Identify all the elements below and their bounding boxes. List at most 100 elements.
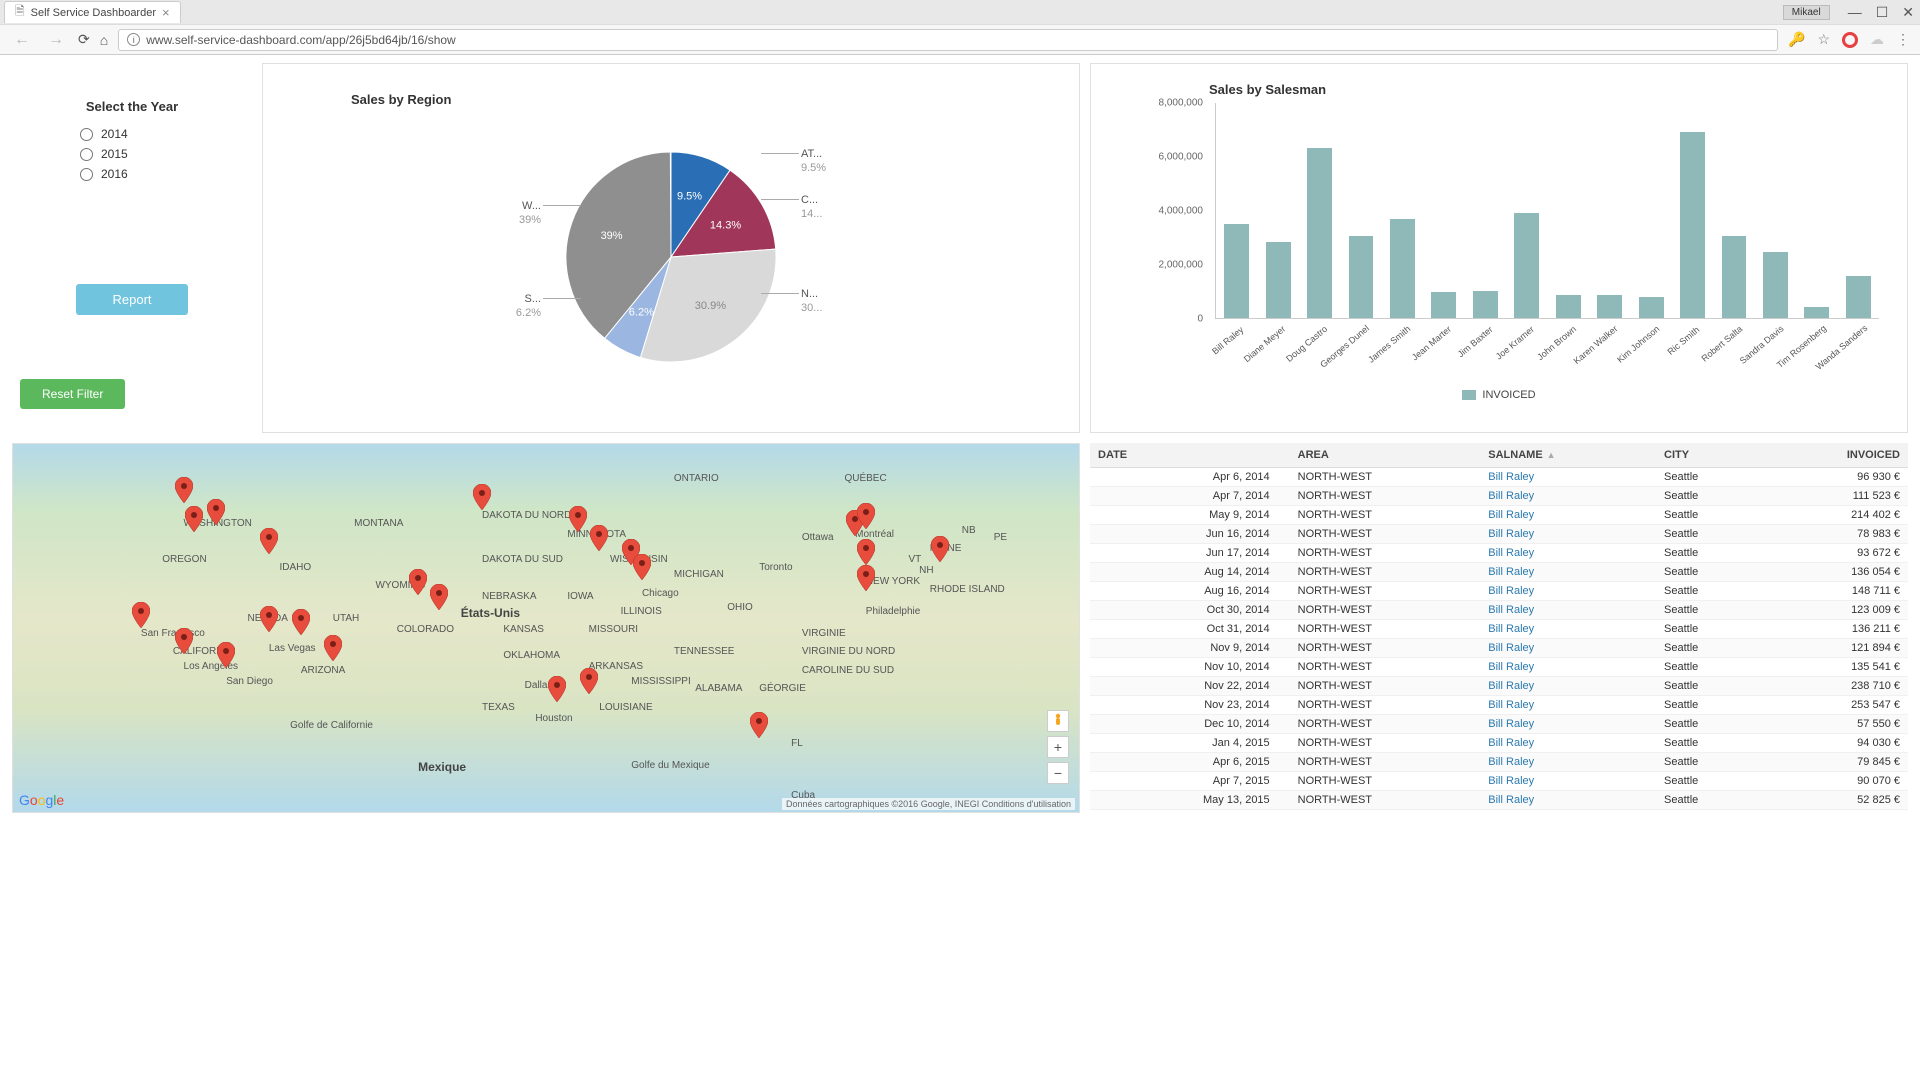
bar[interactable]: [1763, 252, 1788, 318]
cell-salname[interactable]: Bill Raley: [1480, 810, 1656, 814]
map-marker-icon[interactable]: [185, 506, 203, 532]
map-marker-icon[interactable]: [857, 503, 875, 529]
map-canvas[interactable]: ONTARIOQUÉBECWASHINGTONMONTANADAKOTA DU …: [13, 444, 1079, 812]
zoom-out-button[interactable]: −: [1047, 762, 1069, 784]
cell-salname[interactable]: Bill Raley: [1480, 620, 1656, 639]
table-row[interactable]: May 14, 2015NORTH-WESTBill RaleySeattle6…: [1090, 810, 1908, 814]
bar-chart[interactable]: 02,000,0004,000,0006,000,0008,000,000 Bi…: [1159, 103, 1879, 343]
cell-salname[interactable]: Bill Raley: [1480, 487, 1656, 506]
reset-filter-button[interactable]: Reset Filter: [20, 379, 125, 409]
cell-salname[interactable]: Bill Raley: [1480, 696, 1656, 715]
cell-salname[interactable]: Bill Raley: [1480, 544, 1656, 563]
pegman-icon[interactable]: [1047, 710, 1069, 732]
table-row[interactable]: Aug 14, 2014NORTH-WESTBill RaleySeattle1…: [1090, 563, 1908, 582]
col-salname[interactable]: SALNAME▲: [1480, 443, 1656, 468]
year-radio-2015[interactable]: 2015: [20, 144, 244, 164]
year-radio-2016[interactable]: 2016: [20, 164, 244, 184]
map-marker-icon[interactable]: [260, 606, 278, 632]
table-row[interactable]: Oct 30, 2014NORTH-WESTBill RaleySeattle1…: [1090, 601, 1908, 620]
table-row[interactable]: Nov 23, 2014NORTH-WESTBill RaleySeattle2…: [1090, 696, 1908, 715]
bar[interactable]: [1680, 132, 1705, 318]
reload-icon[interactable]: ⟳: [78, 31, 90, 48]
year-radio-input[interactable]: [80, 168, 93, 181]
table-row[interactable]: Jun 17, 2014NORTH-WESTBill RaleySeattle9…: [1090, 544, 1908, 563]
cell-salname[interactable]: Bill Raley: [1480, 468, 1656, 487]
year-radio-input[interactable]: [80, 128, 93, 141]
table-row[interactable]: Jan 4, 2015NORTH-WESTBill RaleySeattle94…: [1090, 734, 1908, 753]
map-marker-icon[interactable]: [175, 477, 193, 503]
pie-chart[interactable]: 9.5%14.3%30.9%6.2%39%AT...9.5%C...14...N…: [271, 117, 1071, 397]
col-area[interactable]: AREA: [1290, 443, 1481, 468]
table-row[interactable]: Nov 10, 2014NORTH-WESTBill RaleySeattle1…: [1090, 658, 1908, 677]
map-marker-icon[interactable]: [569, 506, 587, 532]
bar[interactable]: [1224, 224, 1249, 319]
map-marker-icon[interactable]: [580, 668, 598, 694]
table-row[interactable]: May 9, 2014NORTH-WESTBill RaleySeattle21…: [1090, 506, 1908, 525]
table-row[interactable]: Apr 6, 2014NORTH-WESTBill RaleySeattle96…: [1090, 468, 1908, 487]
zoom-in-button[interactable]: +: [1047, 736, 1069, 758]
site-info-icon[interactable]: i: [127, 33, 140, 46]
bar[interactable]: [1473, 291, 1498, 318]
report-button[interactable]: Report: [76, 284, 187, 315]
col-date[interactable]: DATE: [1090, 443, 1290, 468]
map-marker-icon[interactable]: [857, 539, 875, 565]
col-invoiced[interactable]: INVOICED: [1762, 443, 1908, 468]
bar[interactable]: [1266, 242, 1291, 318]
col-city[interactable]: CITY: [1656, 443, 1762, 468]
close-window-icon[interactable]: ✕: [1902, 4, 1914, 21]
map-marker-icon[interactable]: [633, 554, 651, 580]
map-marker-icon[interactable]: [260, 528, 278, 554]
map-marker-icon[interactable]: [931, 536, 949, 562]
bar[interactable]: [1804, 307, 1829, 318]
year-radio-input[interactable]: [80, 148, 93, 161]
table-row[interactable]: Apr 7, 2014NORTH-WESTBill RaleySeattle11…: [1090, 487, 1908, 506]
map-marker-icon[interactable]: [409, 569, 427, 595]
map-marker-icon[interactable]: [430, 584, 448, 610]
table-row[interactable]: Apr 6, 2015NORTH-WESTBill RaleySeattle79…: [1090, 753, 1908, 772]
map-marker-icon[interactable]: [324, 635, 342, 661]
cloud-icon[interactable]: ☁: [1870, 31, 1884, 48]
bar[interactable]: [1846, 276, 1871, 318]
bar[interactable]: [1307, 148, 1332, 318]
bar[interactable]: [1556, 295, 1581, 318]
table-row[interactable]: Aug 16, 2014NORTH-WESTBill RaleySeattle1…: [1090, 582, 1908, 601]
map-marker-icon[interactable]: [473, 484, 491, 510]
map-panel[interactable]: ONTARIOQUÉBECWASHINGTONMONTANADAKOTA DU …: [12, 443, 1080, 813]
cell-salname[interactable]: Bill Raley: [1480, 753, 1656, 772]
browser-tab[interactable]: 🗎 Self Service Dashboarder ×: [4, 1, 181, 23]
table-row[interactable]: Dec 10, 2014NORTH-WESTBill RaleySeattle5…: [1090, 715, 1908, 734]
forward-icon[interactable]: →: [44, 31, 68, 49]
cell-salname[interactable]: Bill Raley: [1480, 506, 1656, 525]
cell-salname[interactable]: Bill Raley: [1480, 658, 1656, 677]
cell-salname[interactable]: Bill Raley: [1480, 582, 1656, 601]
bar[interactable]: [1390, 219, 1415, 318]
cell-salname[interactable]: Bill Raley: [1480, 601, 1656, 620]
bar[interactable]: [1639, 297, 1664, 318]
map-marker-icon[interactable]: [750, 712, 768, 738]
cell-salname[interactable]: Bill Raley: [1480, 677, 1656, 696]
table-row[interactable]: May 13, 2015NORTH-WESTBill RaleySeattle5…: [1090, 791, 1908, 810]
cell-salname[interactable]: Bill Raley: [1480, 791, 1656, 810]
table-row[interactable]: Oct 31, 2014NORTH-WESTBill RaleySeattle1…: [1090, 620, 1908, 639]
bar[interactable]: [1431, 292, 1456, 318]
bar[interactable]: [1349, 236, 1374, 318]
map-marker-icon[interactable]: [590, 525, 608, 551]
opera-icon[interactable]: [1842, 32, 1858, 48]
cell-salname[interactable]: Bill Raley: [1480, 639, 1656, 658]
year-radio-2014[interactable]: 2014: [20, 124, 244, 144]
key-icon[interactable]: 🔑: [1788, 31, 1805, 48]
map-marker-icon[interactable]: [292, 609, 310, 635]
table-row[interactable]: Jun 16, 2014NORTH-WESTBill RaleySeattle7…: [1090, 525, 1908, 544]
minimize-icon[interactable]: ―: [1848, 4, 1862, 20]
map-marker-icon[interactable]: [217, 642, 235, 668]
cell-salname[interactable]: Bill Raley: [1480, 772, 1656, 791]
bar[interactable]: [1514, 213, 1539, 318]
cell-salname[interactable]: Bill Raley: [1480, 715, 1656, 734]
table-row[interactable]: Apr 7, 2015NORTH-WESTBill RaleySeattle90…: [1090, 772, 1908, 791]
cell-salname[interactable]: Bill Raley: [1480, 525, 1656, 544]
user-badge[interactable]: Mikael: [1783, 5, 1830, 20]
map-marker-icon[interactable]: [175, 628, 193, 654]
url-input[interactable]: i www.self-service-dashboard.com/app/26j…: [118, 29, 1778, 51]
menu-icon[interactable]: ⋮: [1896, 31, 1910, 48]
map-marker-icon[interactable]: [207, 499, 225, 525]
